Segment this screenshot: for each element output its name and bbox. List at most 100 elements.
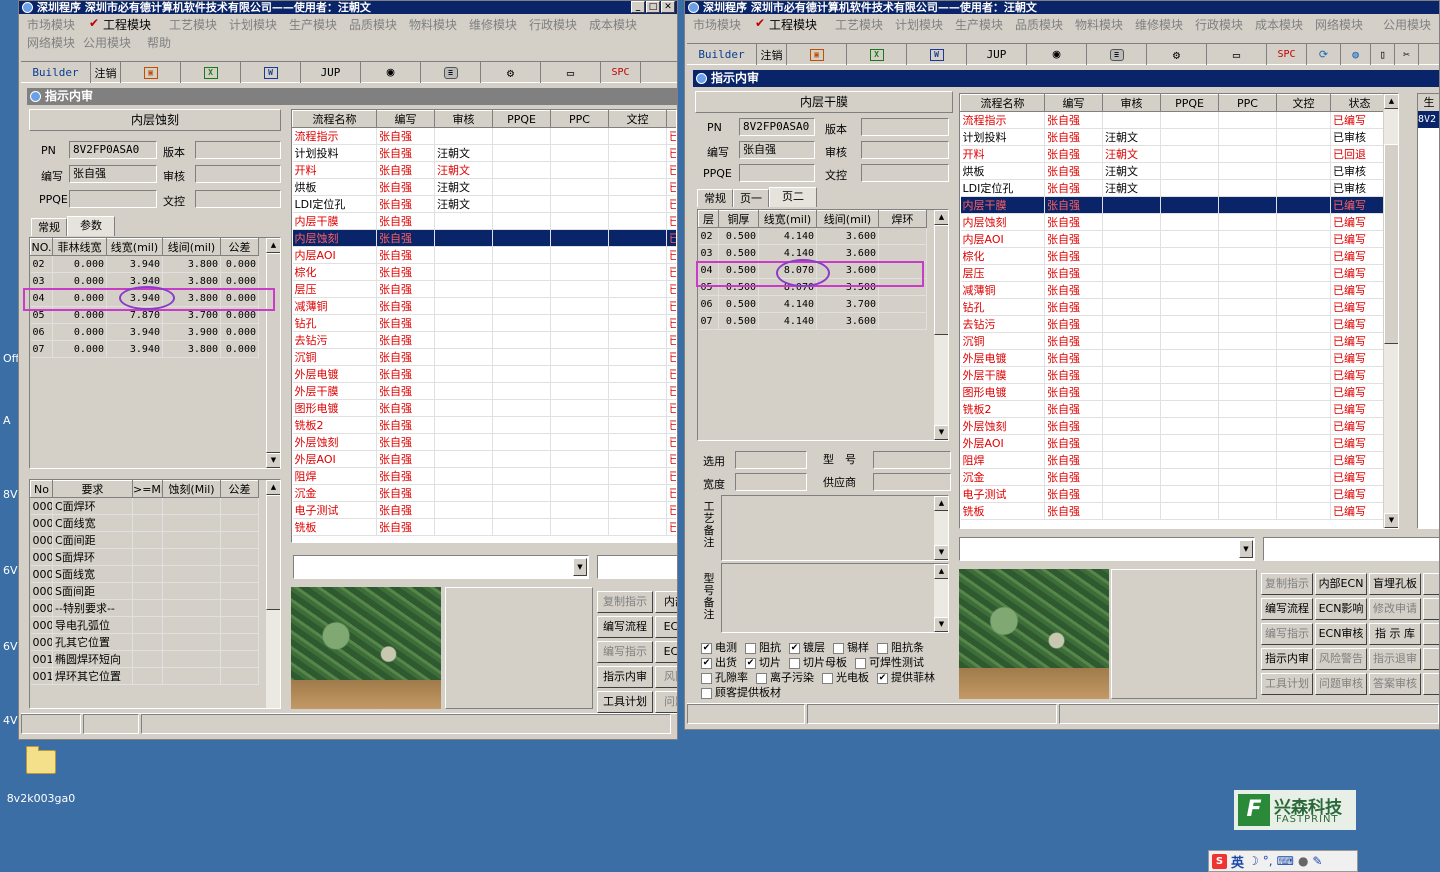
excel-button[interactable]: X (847, 44, 907, 65)
column-header[interactable]: PPQE (1160, 94, 1219, 112)
column-header[interactable]: 铜厚 (718, 210, 759, 228)
checkbox-option[interactable]: 光电板 (822, 671, 869, 684)
ppqe-field[interactable] (739, 164, 815, 182)
flow-row[interactable]: 开料 张自强 汪朝文 已回退 (960, 145, 1389, 163)
action-button[interactable]: 问题审核 (1315, 673, 1367, 695)
action-button[interactable]: 盲埋孔板 (1369, 573, 1421, 595)
menu-item[interactable]: 公用模块 (83, 34, 131, 51)
flow-row[interactable]: 阻焊张自强 已 (292, 467, 676, 485)
user-icon[interactable]: ● (1298, 854, 1308, 868)
flow-row[interactable]: 钻孔张自强 已 (292, 314, 676, 332)
column-header[interactable]: 线宽(mil) (758, 210, 817, 228)
column-header[interactable]: 审核 (434, 110, 493, 128)
flow-row[interactable]: 开料张自强汪朝文 已 (292, 161, 676, 179)
checkbox-icon[interactable]: ✔ (701, 642, 712, 654)
scroll-up-icon[interactable]: ▲ (934, 496, 948, 511)
tab-params[interactable]: 参数 (67, 216, 115, 236)
checkbox-icon[interactable] (701, 672, 712, 684)
checkbox-option[interactable]: ✔ 出货 (701, 656, 737, 669)
action-button-overflow[interactable] (1423, 573, 1439, 595)
flow-row[interactable]: 铣板张自强 已 (292, 518, 676, 536)
scroll-up-icon[interactable]: ▲ (934, 210, 948, 225)
action-button-overflow[interactable] (1423, 673, 1439, 695)
action-button[interactable]: 修改申请 (1369, 598, 1421, 620)
spc-button[interactable]: SPC (1267, 44, 1307, 65)
width-field[interactable] (735, 473, 807, 491)
menu-item[interactable]: 维修模块 (1135, 16, 1183, 33)
menu-item[interactable]: 行政模块 (529, 16, 577, 33)
flow-row[interactable]: 外层干膜 张自强 已编写 (960, 366, 1389, 384)
action-button-secondary[interactable]: ECN (655, 616, 677, 638)
flow-row[interactable]: 流程指示 张自强 已编写 (960, 111, 1389, 129)
network-button[interactable]: ⚙ (1147, 44, 1207, 65)
action-button-secondary[interactable]: 内部 (655, 591, 677, 613)
menu-item[interactable]: 维修模块 (469, 16, 517, 33)
column-header[interactable]: 公差 (220, 480, 259, 498)
action-button[interactable]: 编写流程 (597, 616, 653, 638)
flow-row[interactable]: 图形电镀张自强 已 (292, 399, 676, 417)
ime-lang-toggle[interactable]: 英 (1231, 852, 1244, 871)
requirements-scrollbar[interactable]: ▲ (265, 480, 280, 708)
menu-item[interactable]: 生产模块 (289, 16, 337, 33)
menu-item[interactable]: 工艺模块 (169, 16, 217, 33)
action-button[interactable]: 工具计划 (597, 691, 653, 713)
computer-button[interactable]: ▭ (541, 62, 601, 83)
scroll-down-icon[interactable]: ▼ (934, 545, 948, 560)
flow-row[interactable]: 外层电镀 张自强 已编写 (960, 349, 1389, 367)
column-header[interactable]: NO. (30, 238, 53, 256)
desktop-folder[interactable]: 8v2k003ga0 (6, 746, 76, 805)
flow-row[interactable]: 去钻污 张自强 已编写 (960, 315, 1389, 333)
checkbox-option[interactable]: ✔ 镀层 (789, 641, 825, 654)
column-header[interactable]: 状态 (1330, 94, 1389, 112)
flow-row[interactable]: 去钻污张自强 已 (292, 331, 676, 349)
report-button[interactable]: ▣ (121, 62, 181, 83)
excel-button[interactable]: X (181, 62, 241, 83)
flow-row[interactable]: 钻孔 张自强 已编写 (960, 298, 1389, 316)
action-button-secondary[interactable]: 风险 (655, 666, 677, 688)
right-flow-combo[interactable]: ▼ (959, 537, 1255, 561)
column-header[interactable]: 文控 (1276, 94, 1331, 112)
flow-row[interactable]: 外层干膜张自强 已 (292, 382, 676, 400)
flow-row[interactable]: 减薄铜 张自强 已编写 (960, 281, 1389, 299)
column-header[interactable]: 审核 (1102, 94, 1161, 112)
network-button[interactable]: ⚙ (481, 62, 541, 83)
flow-row[interactable]: 层压张自强 已 (292, 280, 676, 298)
scroll-thumb[interactable] (266, 495, 280, 610)
flow-row[interactable]: LDI定位孔 张自强 汪朝文 已审核 (960, 179, 1389, 197)
menu-item[interactable]: 成本模块 (589, 16, 637, 33)
jup-button[interactable]: JUP (967, 44, 1027, 65)
database-button[interactable]: ≡ (421, 62, 481, 83)
table-row[interactable]: 000 孔其它位置 (30, 633, 259, 651)
note-scrollbar[interactable]: ▲ ▼ (933, 496, 948, 560)
flow-row[interactable]: 外层蚀刻 张自强 已编写 (960, 417, 1389, 435)
action-button[interactable]: 风险警告 (1315, 648, 1367, 670)
flow-row[interactable]: 内层干膜 张自强 已编写 (960, 196, 1389, 214)
version-field[interactable] (195, 141, 281, 159)
menu-item[interactable]: 网络模块 (1315, 16, 1363, 33)
flow-row[interactable]: 棕化张自强 已 (292, 263, 676, 281)
checkbox-option[interactable]: 阻抗 (745, 641, 781, 654)
checkbox-icon[interactable] (833, 642, 844, 654)
doc-control-field[interactable] (195, 190, 281, 208)
flow-row[interactable]: 减薄铜张自强 已 (292, 297, 676, 315)
action-button[interactable]: 指 示 库 (1369, 623, 1421, 645)
punct-icon[interactable]: °, (1263, 854, 1273, 868)
right-title-bar[interactable]: 深圳程序 深圳市必有德计算机软件技术有限公司——使用者：汪朝文 (685, 1, 1439, 14)
menu-item[interactable]: 计划模块 (229, 16, 277, 33)
ime-toolbar[interactable]: S 英 ☽ °, ⌨ ● ✎ (1208, 850, 1358, 872)
chevron-down-icon[interactable]: ▼ (1239, 540, 1253, 558)
column-header[interactable]: 线宽(mil) (106, 238, 163, 256)
flow-row[interactable]: 外层AOI张自强 已 (292, 450, 676, 468)
flow-scrollbar[interactable]: ▲ ▼ (1383, 94, 1398, 528)
checkbox-option[interactable]: 可焊性测试 (855, 656, 924, 669)
keyboard-icon[interactable]: ⌨ (1277, 854, 1294, 868)
column-header[interactable]: PPQE (492, 110, 551, 128)
menu-item[interactable]: 网络模块 (27, 34, 75, 51)
flow-row[interactable]: 外层AOI 张自强 已编写 (960, 434, 1389, 452)
column-header[interactable]: >=Mil (132, 480, 163, 498)
checkbox-icon[interactable] (756, 672, 767, 684)
action-button[interactable]: 指示退审 (1369, 648, 1421, 670)
action-button[interactable]: ECN审核 (1315, 623, 1367, 645)
flow-row[interactable]: 电子测试 张自强 已编写 (960, 485, 1389, 503)
view-button[interactable]: ◉ (1027, 44, 1087, 65)
